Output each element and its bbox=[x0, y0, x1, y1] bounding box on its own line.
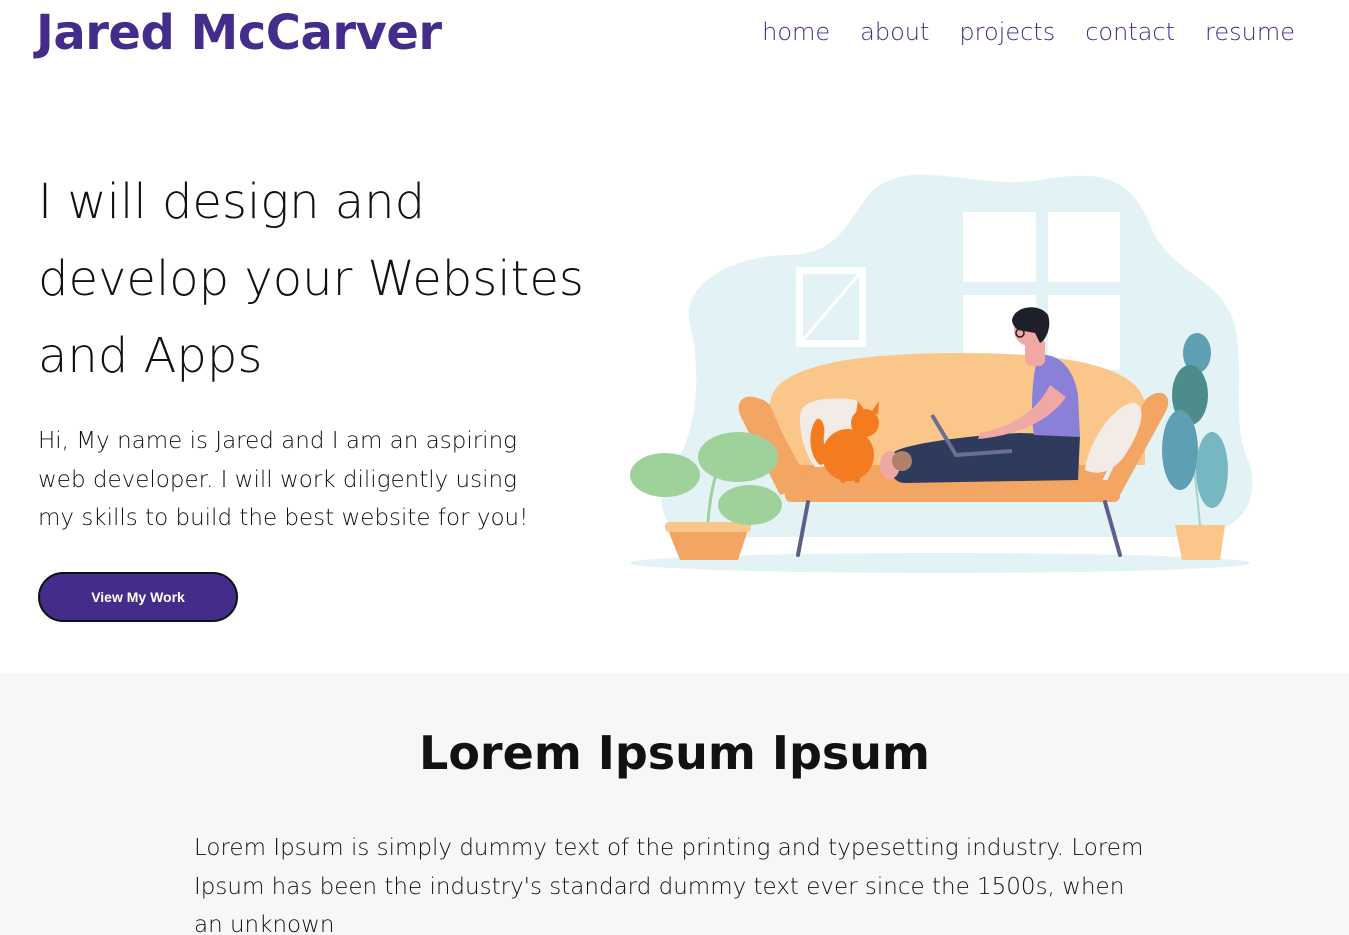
nav-link-projects[interactable]: projects bbox=[959, 16, 1055, 48]
person-on-couch-illustration bbox=[630, 174, 1253, 573]
lorem-section-body: Lorem Ipsum is simply dummy text of the … bbox=[194, 835, 1144, 935]
nav-link-resume[interactable]: resume bbox=[1205, 16, 1295, 48]
wall-picture bbox=[796, 267, 866, 347]
brand-logo-text[interactable]: Jared McCarver bbox=[36, 4, 442, 62]
nav-link-contact[interactable]: contact bbox=[1085, 16, 1175, 48]
lorem-section: Lorem Ipsum Ipsum Lorem Ipsum is simply … bbox=[0, 673, 1349, 935]
hero-headline: I will design and develop your Websites … bbox=[38, 174, 584, 384]
lorem-section-title: Lorem Ipsum Ipsum bbox=[419, 726, 930, 780]
hero-intro-text: Hi, My name is Jared and I am an aspirin… bbox=[38, 428, 529, 531]
site-header: Jared McCarver home about projects conta… bbox=[0, 0, 1349, 70]
nav-link-about[interactable]: about bbox=[860, 16, 929, 48]
hero-section: I will design and develop your Websites … bbox=[0, 70, 1349, 673]
nav-link-home[interactable]: home bbox=[762, 16, 830, 48]
main-nav: home about projects contact resume bbox=[732, 16, 1295, 48]
view-my-work-button[interactable]: View My Work bbox=[38, 572, 238, 622]
